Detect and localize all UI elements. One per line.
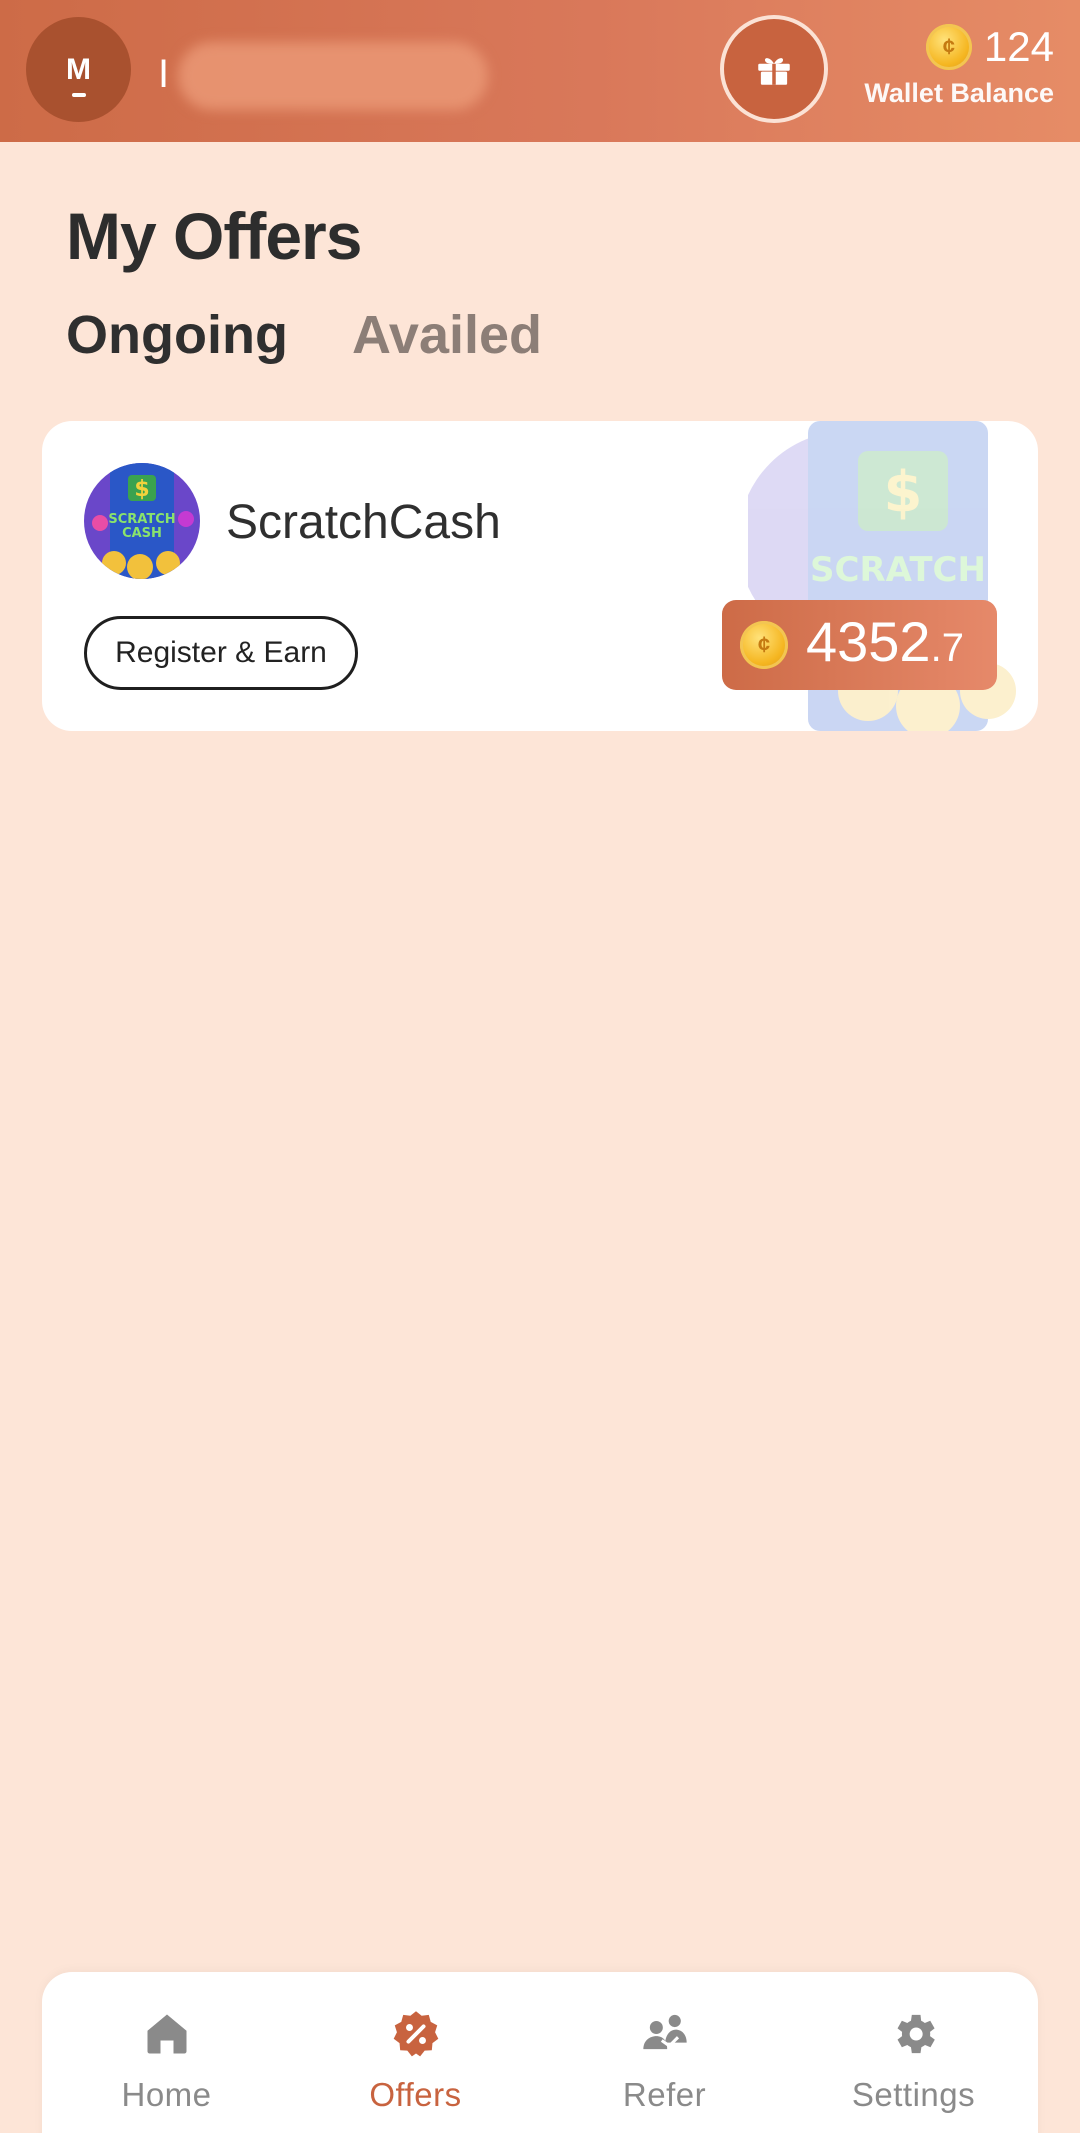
nav-item-home[interactable]: Home [42, 1972, 291, 2133]
offer-card[interactable]: $ SCRATCH $ SCRATCH CASH ScratchCash Reg… [42, 421, 1038, 731]
register-earn-button[interactable]: Register & Earn [84, 616, 358, 690]
coin-icon: ¢ [740, 621, 788, 669]
svg-text:CASH: CASH [122, 526, 162, 541]
username-redaction [178, 42, 488, 110]
nav-label-refer: Refer [622, 2076, 707, 2113]
offers-icon [393, 2011, 438, 2057]
nav-label-home: Home [121, 2076, 212, 2113]
nav-label-settings: Settings [851, 2076, 976, 2113]
username: I [158, 42, 488, 110]
bottom-nav: Home Offers Refer Settings [42, 1972, 1038, 2133]
svg-text:SCRATCH: SCRATCH [108, 512, 175, 527]
reward-decimal: .7 [930, 626, 964, 670]
nav-item-refer[interactable]: Refer [540, 1972, 789, 2133]
offer-app-name: ScratchCash [226, 496, 501, 549]
svg-text:$: $ [134, 477, 149, 502]
gift-icon [758, 58, 790, 85]
wallet-balance[interactable]: ¢ 124 Wallet Balance [864, 20, 1054, 109]
svg-text:$: $ [884, 460, 923, 525]
reward-badge: ¢ 4352.7 [722, 600, 997, 690]
nav-label-offers: Offers [369, 2076, 462, 2113]
avatar-initial: M [66, 52, 91, 86]
tab-availed[interactable]: Availed [352, 304, 542, 366]
reward-value: 4352.7 [806, 612, 964, 678]
refer-icon [642, 2014, 687, 2050]
page-title: My Offers [66, 199, 362, 273]
nav-item-settings[interactable]: Settings [789, 1972, 1038, 2133]
tab-ongoing[interactable]: Ongoing [66, 304, 288, 366]
offer-tabs: Ongoing Availed [66, 304, 542, 366]
nav-item-offers[interactable]: Offers [291, 1972, 540, 2133]
username-text: I [158, 52, 170, 96]
coin-icon: ¢ [925, 24, 972, 70]
reward-whole: 4352 [806, 610, 931, 673]
scratchcash-logo-icon: $ SCRATCH CASH [84, 463, 200, 579]
wallet-label: Wallet Balance [864, 78, 1054, 108]
avatar[interactable]: M [26, 17, 131, 122]
svg-text:SCRATCH: SCRATCH [810, 550, 986, 590]
wallet-amount: 124 [983, 23, 1054, 70]
home-icon [147, 2014, 186, 2054]
app-header: M I ¢ 124 Wallet Balance [0, 0, 1080, 142]
gift-button[interactable] [720, 15, 828, 123]
avatar-underline [72, 93, 86, 97]
settings-icon [897, 2014, 935, 2054]
